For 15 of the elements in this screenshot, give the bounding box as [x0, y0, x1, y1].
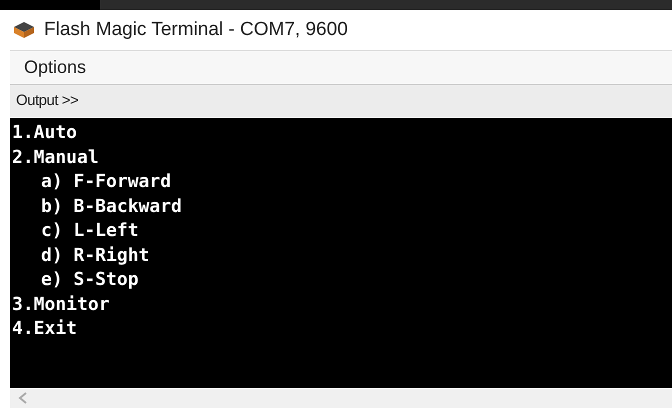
terminal-line: b) B-Backward: [40, 194, 183, 218]
terminal-line: 3.Monitor: [12, 292, 111, 316]
terminal-line: c) L-Left: [40, 219, 140, 243]
terminal-line: d) R-Right: [40, 244, 150, 268]
scroll-left-icon[interactable]: [18, 392, 28, 404]
terminal-line: 2.Manual: [12, 146, 100, 170]
terminal-line: a) F-Forward: [40, 170, 172, 194]
terminal-line: e) S-Stop: [40, 268, 140, 292]
app-icon: [12, 20, 36, 40]
output-toggle[interactable]: Output >>: [16, 90, 78, 113]
menu-item[interactable]: Options: [24, 54, 86, 81]
terminal-line: 1.Auto: [12, 121, 78, 145]
horizontal-scrollbar[interactable]: [10, 388, 672, 408]
window-title: Flash Magic Terminal - COM7, 9600: [44, 18, 348, 42]
terminal-line: 4.Exit: [12, 317, 78, 341]
